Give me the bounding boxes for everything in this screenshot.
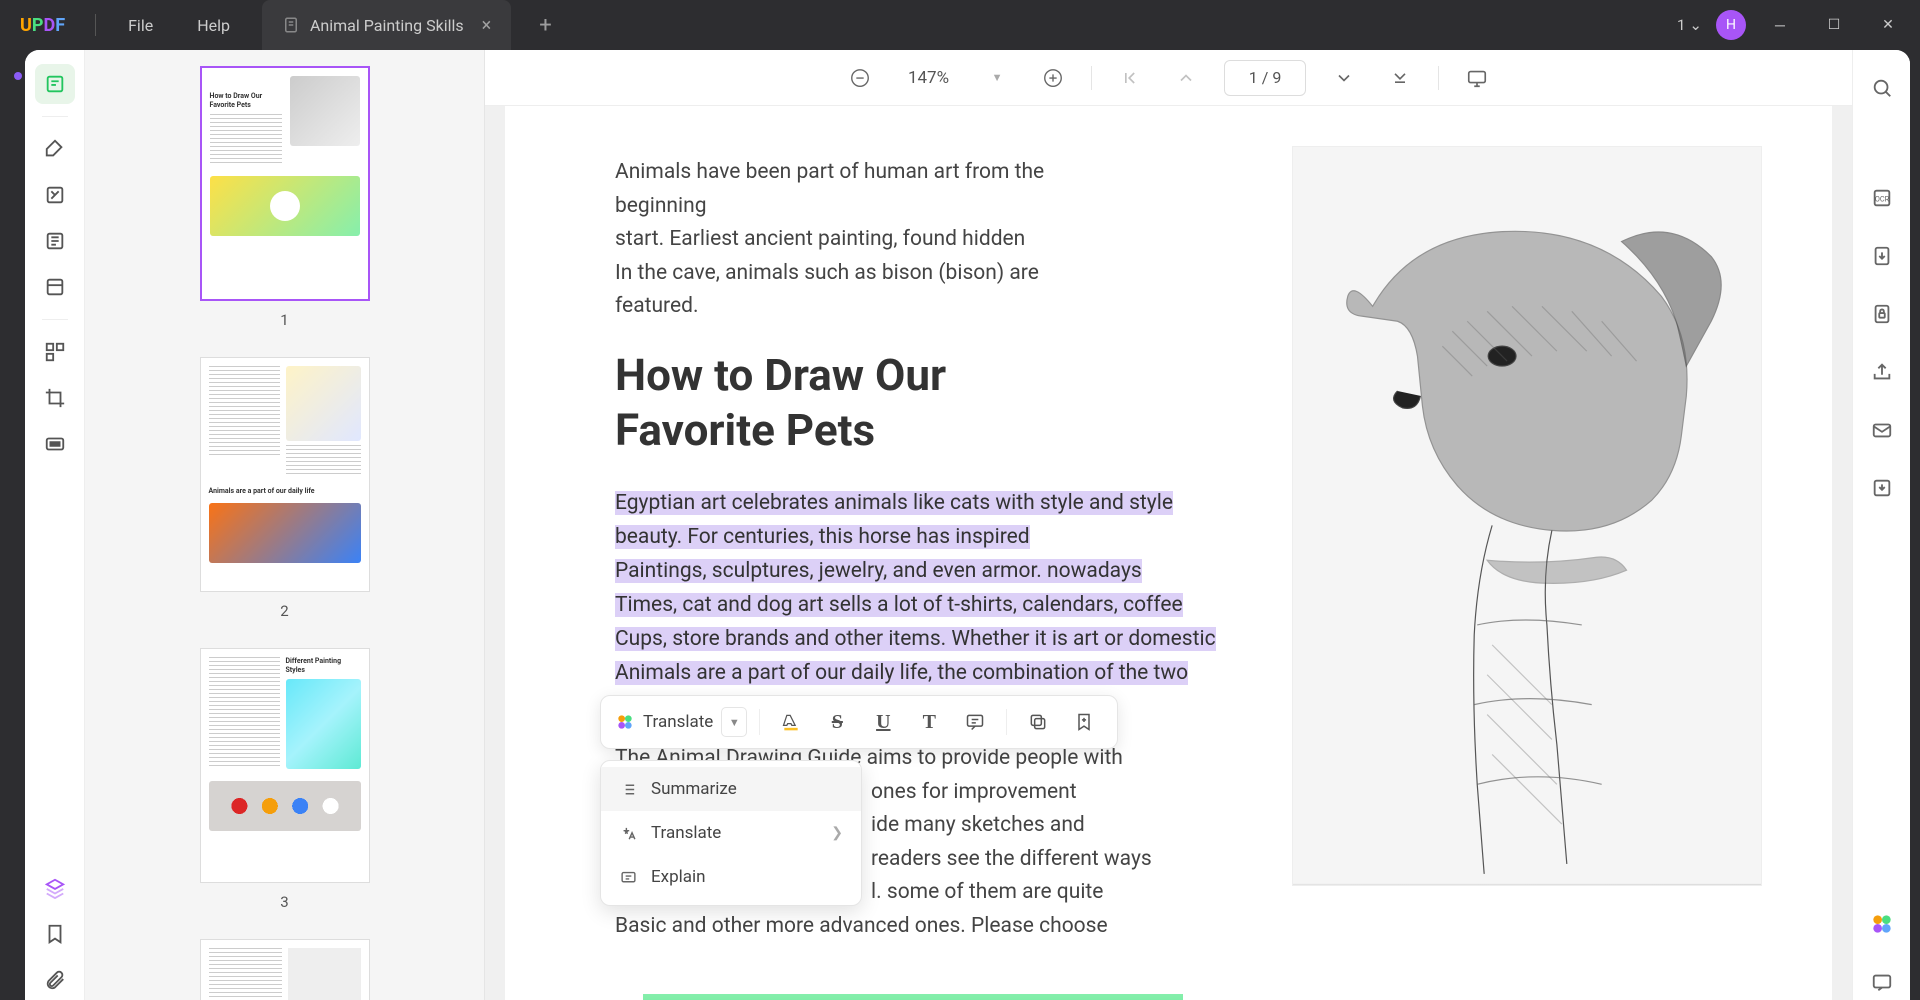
translate-button[interactable]: Translate <box>615 712 713 732</box>
translate-icon <box>619 824 637 842</box>
zoom-in-button[interactable] <box>1035 60 1071 96</box>
underline-icon[interactable]: U <box>864 704 902 740</box>
bookmark-icon[interactable] <box>35 914 75 954</box>
translate-label: Translate <box>643 712 713 732</box>
crop-icon[interactable] <box>35 378 75 418</box>
zoom-dropdown[interactable]: ▼ <box>979 60 1015 96</box>
titlebar: UPDF File Help Animal Painting Skills × … <box>0 0 1920 50</box>
edit-text-icon[interactable] <box>35 221 75 261</box>
right-toolbar: OCR <box>1852 50 1910 1000</box>
app-logo: UPDF <box>0 15 85 36</box>
explain-icon <box>619 868 637 886</box>
ocr-icon[interactable]: OCR <box>1864 180 1900 216</box>
list-icon <box>619 780 637 798</box>
svg-text:OCR: OCR <box>1874 195 1889 204</box>
page-input[interactable]: 1 / 9 <box>1224 60 1306 96</box>
chevron-down-icon: ⌄ <box>1689 16 1702 34</box>
first-page-button[interactable] <box>1112 60 1148 96</box>
maximize-button[interactable]: ☐ <box>1814 5 1854 45</box>
new-tab-button[interactable]: + <box>529 13 561 38</box>
tab-title: Animal Painting Skills <box>310 16 464 35</box>
highlighter-icon[interactable] <box>35 129 75 169</box>
plant-image <box>643 994 1183 1000</box>
minimize-button[interactable]: ─ <box>1760 5 1800 45</box>
selection-toolbar: Translate ▼ S U T <box>600 695 1118 749</box>
layers-icon[interactable] <box>35 868 75 908</box>
share-icon[interactable] <box>1864 354 1900 390</box>
close-tab-icon[interactable]: × <box>482 15 492 36</box>
dog-sketch-image <box>1292 146 1762 886</box>
intro-text: Animals have been part of human art from… <box>615 156 1095 324</box>
menu-explain[interactable]: Explain <box>601 855 861 899</box>
thumb-number: 1 <box>280 311 288 329</box>
menu-summarize[interactable]: Summarize <box>601 767 861 811</box>
ai-dropdown-button[interactable]: ▼ <box>721 707 747 737</box>
strikethrough-icon[interactable]: S <box>818 704 856 740</box>
thumbnail-4[interactable] <box>85 939 484 1000</box>
email-icon[interactable] <box>1864 412 1900 448</box>
attachment-icon[interactable] <box>35 960 75 1000</box>
presentation-button[interactable] <box>1459 60 1495 96</box>
ai-icon <box>615 712 635 732</box>
reader-mode-icon[interactable] <box>35 64 75 104</box>
organize-icon[interactable] <box>35 332 75 372</box>
redact-icon[interactable] <box>35 424 75 464</box>
side-indicator <box>14 72 22 80</box>
squiggly-icon[interactable]: T <box>910 704 948 740</box>
last-page-button[interactable] <box>1382 60 1418 96</box>
divider <box>95 14 96 36</box>
menu-help[interactable]: Help <box>175 16 252 35</box>
left-toolbar <box>25 50 85 1000</box>
zoom-level: 147% <box>898 68 959 88</box>
zoom-out-button[interactable] <box>842 60 878 96</box>
app-body: How to Draw Our Favorite Pets 1 Animals … <box>25 50 1910 1000</box>
thumb-number: 2 <box>280 602 288 620</box>
document-icon <box>282 16 300 34</box>
document-tab[interactable]: Animal Painting Skills × <box>262 0 511 50</box>
annotate-icon[interactable] <box>35 175 75 215</box>
thumbnail-3[interactable]: Different Painting Styles 3 <box>85 648 484 911</box>
document-toolbar: 147% ▼ 1 / 9 <box>485 50 1852 106</box>
thumb-number: 3 <box>280 893 288 911</box>
menu-file[interactable]: File <box>106 16 175 35</box>
thumbnails-panel: How to Draw Our Favorite Pets 1 Animals … <box>85 50 485 1000</box>
convert-icon[interactable] <box>1864 238 1900 274</box>
prev-page-button[interactable] <box>1168 60 1204 96</box>
badge-count: 1 <box>1677 16 1685 34</box>
thumbnail-2[interactable]: Animals are a part of our daily life 2 <box>85 357 484 620</box>
form-icon[interactable] <box>35 267 75 307</box>
search-icon[interactable] <box>1864 70 1900 106</box>
user-avatar[interactable]: H <box>1716 10 1746 40</box>
chevron-right-icon: ❯ <box>831 825 843 841</box>
ai-dropdown-menu: Summarize Translate ❯ Explain <box>600 760 862 906</box>
comment-icon[interactable] <box>956 704 994 740</box>
ai-assistant-icon[interactable] <box>1864 906 1900 942</box>
chat-icon[interactable] <box>1864 964 1900 1000</box>
highlight-color-icon[interactable] <box>772 704 810 740</box>
menu-translate[interactable]: Translate ❯ <box>601 811 861 855</box>
bookmark-add-icon[interactable] <box>1065 704 1103 740</box>
save-icon[interactable] <box>1864 470 1900 506</box>
notification-badge[interactable]: 1 ⌄ <box>1677 16 1702 34</box>
copy-icon[interactable] <box>1019 704 1057 740</box>
thumbnail-1[interactable]: How to Draw Our Favorite Pets 1 <box>85 66 484 329</box>
protect-icon[interactable] <box>1864 296 1900 332</box>
close-button[interactable]: ✕ <box>1868 5 1908 45</box>
next-page-button[interactable] <box>1326 60 1362 96</box>
